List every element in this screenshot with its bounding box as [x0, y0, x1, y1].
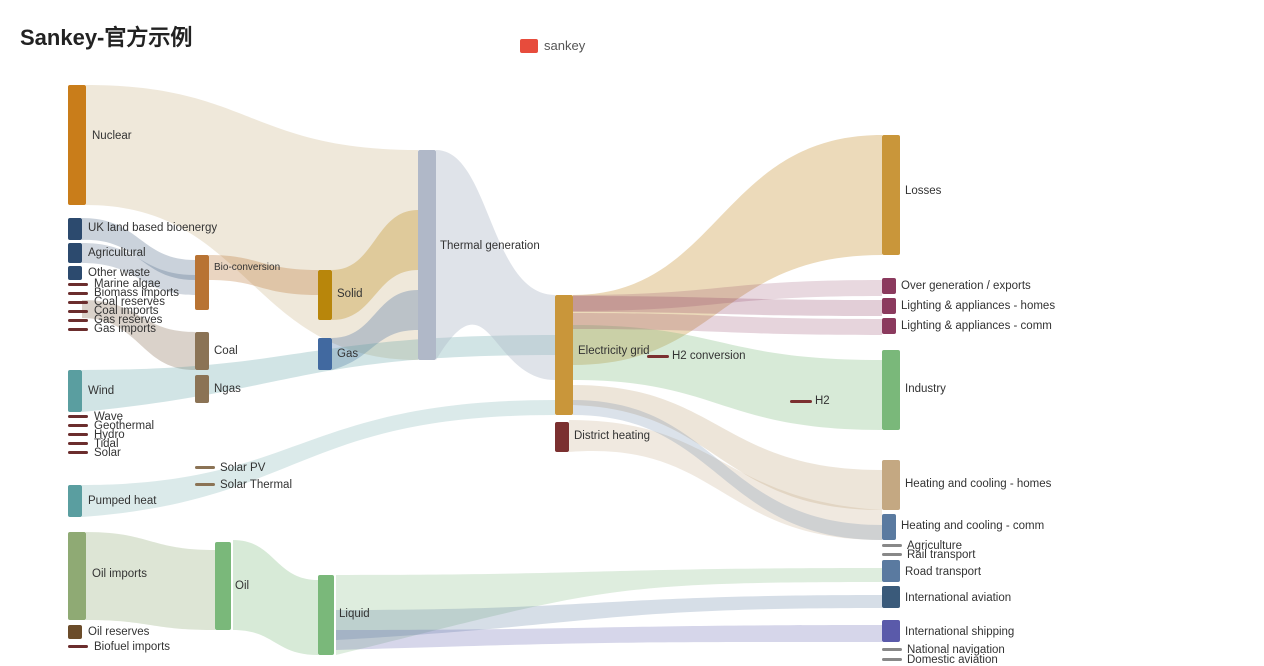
label-road-transport: Road transport — [905, 566, 981, 578]
label-electricity-grid: Electricity grid — [578, 345, 650, 357]
label-gas: Gas — [337, 348, 358, 360]
node-oil — [215, 542, 231, 630]
label-uk-bioenergy: UK land based bioenergy — [88, 222, 217, 234]
legend: sankey — [520, 38, 585, 53]
node-district-heating — [555, 422, 569, 452]
label-rail-transport: Rail transport — [907, 549, 975, 561]
label-bio-conversion: Bio-conversion — [214, 262, 280, 273]
label-biofuel-imports: Biofuel imports — [94, 641, 170, 653]
node-int-aviation — [882, 586, 900, 608]
label-solar-pv: Solar PV — [220, 462, 265, 474]
label-heating-cooling-comm: Heating and cooling - comm — [901, 520, 1044, 532]
node-h2-conversion — [647, 355, 669, 358]
node-bio-conversion — [195, 255, 209, 310]
label-solar-thermal: Solar Thermal — [220, 479, 292, 491]
label-heating-cooling-homes: Heating and cooling - homes — [905, 478, 1051, 490]
node-losses — [882, 135, 900, 255]
label-over-gen: Over generation / exports — [901, 280, 1031, 292]
label-district-heating: District heating — [574, 430, 650, 442]
node-ngas — [195, 375, 209, 403]
node-coal — [195, 332, 209, 370]
label-oil-reserves: Oil reserves — [88, 626, 149, 638]
node-solar-thermal — [195, 483, 215, 486]
label-losses: Losses — [905, 185, 941, 197]
node-nat-navigation — [882, 648, 902, 651]
label-pumped-heat: Pumped heat — [88, 495, 156, 507]
node-solar — [68, 451, 88, 454]
node-h2 — [790, 400, 812, 403]
label-int-shipping: International shipping — [905, 626, 1014, 638]
legend-label: sankey — [544, 38, 585, 53]
node-domestic-aviation — [882, 658, 902, 661]
label-solid: Solid — [337, 288, 363, 300]
node-wave — [68, 415, 88, 418]
node-liquid — [318, 575, 334, 655]
node-nuclear — [68, 85, 86, 205]
node-int-shipping — [882, 620, 900, 642]
label-agricultural: Agricultural — [88, 247, 146, 259]
node-marine-algae — [68, 283, 88, 286]
node-biofuel-imports — [68, 645, 88, 648]
node-coal-imports — [68, 310, 88, 313]
node-tidal — [68, 442, 88, 445]
node-agriculture — [882, 544, 902, 547]
node-gas — [318, 338, 332, 370]
node-thermal-gen — [418, 150, 436, 360]
legend-color-swatch — [520, 39, 538, 53]
node-biomass-imports — [68, 292, 88, 295]
node-lighting-comm — [882, 318, 896, 334]
label-oil: Oil — [235, 580, 249, 592]
node-hydro — [68, 433, 88, 436]
node-solar-pv — [195, 466, 215, 469]
node-wind — [68, 370, 82, 412]
label-industry: Industry — [905, 383, 946, 395]
label-wind: Wind — [88, 385, 114, 397]
flows-svg — [0, 70, 1264, 660]
node-oil-imports — [68, 532, 86, 620]
node-uk-bioenergy — [68, 218, 82, 240]
node-geothermal — [68, 424, 88, 427]
node-oil-reserves — [68, 625, 82, 639]
label-thermal-gen: Thermal generation — [440, 240, 540, 252]
label-int-aviation: International aviation — [905, 592, 1011, 604]
label-coal: Coal — [214, 345, 238, 357]
node-heating-cooling-comm — [882, 514, 896, 540]
node-other-waste — [68, 266, 82, 280]
sankey-chart: Nuclear UK land based bioenergy Agricult… — [0, 70, 1264, 660]
node-road-transport — [882, 560, 900, 582]
node-lighting-homes — [882, 298, 896, 314]
label-oil-imports: Oil imports — [92, 568, 147, 580]
label-h2: H2 — [815, 395, 830, 407]
node-agricultural — [68, 243, 82, 263]
label-domestic-aviation: Domestic aviation — [907, 654, 998, 666]
label-nuclear: Nuclear — [92, 130, 132, 142]
label-gas-imports: Gas imports — [94, 323, 156, 335]
node-over-gen — [882, 278, 896, 294]
node-heating-cooling-homes — [882, 460, 900, 510]
node-electricity-grid — [555, 295, 573, 415]
node-pumped-heat — [68, 485, 82, 517]
node-coal-reserves — [68, 301, 88, 304]
label-lighting-comm: Lighting & appliances - comm — [901, 320, 1052, 332]
node-rail-transport — [882, 553, 902, 556]
node-gas-reserves — [68, 319, 88, 322]
label-h2-conversion: H2 conversion — [672, 350, 746, 362]
label-solar: Solar — [94, 447, 121, 459]
label-lighting-homes: Lighting & appliances - homes — [901, 300, 1055, 312]
page-title: Sankey-官方示例 — [20, 20, 192, 52]
label-liquid: Liquid — [339, 608, 370, 620]
node-gas-imports — [68, 328, 88, 331]
label-ngas: Ngas — [214, 383, 241, 395]
node-solid — [318, 270, 332, 320]
node-industry — [882, 350, 900, 430]
